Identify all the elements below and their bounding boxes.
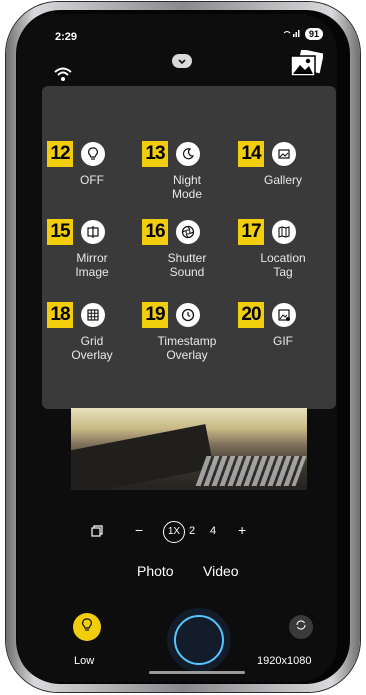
number-badge: 12 bbox=[47, 141, 73, 167]
number-badge: 20 bbox=[238, 302, 264, 328]
chevron-down-icon bbox=[178, 52, 186, 70]
number-badge: 14 bbox=[238, 141, 264, 167]
zoom-in-button[interactable]: + bbox=[238, 522, 246, 538]
flash-level-label: Low bbox=[74, 655, 95, 667]
setting-timestamp-overlay[interactable]: 19 Timestamp Overlay bbox=[142, 300, 232, 362]
setting-grid-overlay[interactable]: 18 Grid Overlay bbox=[47, 300, 137, 362]
shutter-button[interactable] bbox=[167, 608, 231, 672]
setting-mirror-image[interactable]: 15 Mirror Image bbox=[47, 217, 137, 279]
number-badge: 18 bbox=[47, 302, 73, 328]
setting-gallery[interactable]: 14 Gallery bbox=[238, 139, 328, 187]
setting-gif[interactable]: 20 GIF bbox=[238, 300, 328, 348]
setting-night-mode[interactable]: 13 Night Mode bbox=[142, 139, 232, 201]
bulb-icon bbox=[80, 617, 94, 637]
clock-icon[interactable] bbox=[176, 303, 200, 327]
setting-label: Timestamp Overlay bbox=[157, 334, 217, 362]
preview-keyboard bbox=[195, 456, 307, 486]
battery-badge: 91 bbox=[304, 28, 323, 40]
refresh-icon bbox=[295, 618, 307, 636]
bulb-icon[interactable] bbox=[81, 142, 105, 166]
status-bar-right: 91 bbox=[283, 28, 323, 40]
number-badge: 19 bbox=[142, 302, 168, 328]
status-time: 2:29 bbox=[55, 31, 78, 43]
wifi-icon[interactable] bbox=[53, 66, 73, 87]
gallery-images-icon[interactable] bbox=[289, 48, 324, 83]
setting-shutter-sound[interactable]: 16 Shutter Sound bbox=[142, 217, 232, 279]
zoom-out-button[interactable]: − bbox=[135, 522, 143, 538]
zoom-4x-button[interactable]: 4 bbox=[210, 525, 216, 537]
preview-shadow bbox=[71, 424, 214, 490]
gif-image-icon[interactable] bbox=[272, 303, 296, 327]
zoom-controls: − 1X 2 4 + bbox=[17, 521, 337, 545]
zoom-1x-button[interactable]: 1X bbox=[163, 521, 185, 543]
setting-label: OFF bbox=[80, 173, 104, 187]
image-icon[interactable] bbox=[272, 142, 296, 166]
setting-label: Location Tag bbox=[260, 251, 306, 279]
camera-screen: 2:29 91 12 OFF 13 Night Mode 14 Gallery … bbox=[17, 14, 337, 682]
zoom-2x-button[interactable]: 2 bbox=[189, 525, 195, 537]
wifi-signal-icons bbox=[283, 29, 301, 40]
setting-flash[interactable]: 12 OFF bbox=[47, 139, 137, 187]
copy-icon[interactable] bbox=[91, 525, 103, 540]
switch-camera-button[interactable] bbox=[289, 615, 313, 639]
shutter-aperture-icon[interactable] bbox=[176, 220, 200, 244]
setting-label: GIF bbox=[273, 334, 293, 348]
mirror-icon[interactable] bbox=[81, 220, 105, 244]
moon-icon[interactable] bbox=[176, 142, 200, 166]
shutter-ring bbox=[174, 615, 224, 665]
flash-button[interactable] bbox=[73, 613, 101, 641]
number-badge: 13 bbox=[142, 141, 168, 167]
settings-panel: 12 OFF 13 Night Mode 14 Gallery 15 Mirro… bbox=[42, 86, 336, 409]
number-badge: 16 bbox=[142, 219, 168, 245]
home-indicator[interactable] bbox=[149, 671, 245, 674]
collapse-panel-button[interactable] bbox=[172, 54, 192, 68]
setting-label: Gallery bbox=[263, 173, 302, 187]
setting-label: Night Mode bbox=[171, 173, 203, 201]
mode-photo[interactable]: Photo bbox=[137, 563, 174, 579]
resolution-label[interactable]: 1920x1080 bbox=[257, 655, 311, 667]
map-icon[interactable] bbox=[272, 220, 296, 244]
setting-label: Shutter Sound bbox=[167, 251, 207, 279]
setting-label: Grid Overlay bbox=[71, 334, 113, 362]
mode-video[interactable]: Video bbox=[203, 563, 239, 579]
number-badge: 15 bbox=[47, 219, 73, 245]
setting-label: Mirror Image bbox=[75, 251, 109, 279]
grid-icon[interactable] bbox=[81, 303, 105, 327]
number-badge: 17 bbox=[238, 219, 264, 245]
camera-preview[interactable] bbox=[71, 408, 307, 490]
setting-location-tag[interactable]: 17 Location Tag bbox=[238, 217, 328, 279]
